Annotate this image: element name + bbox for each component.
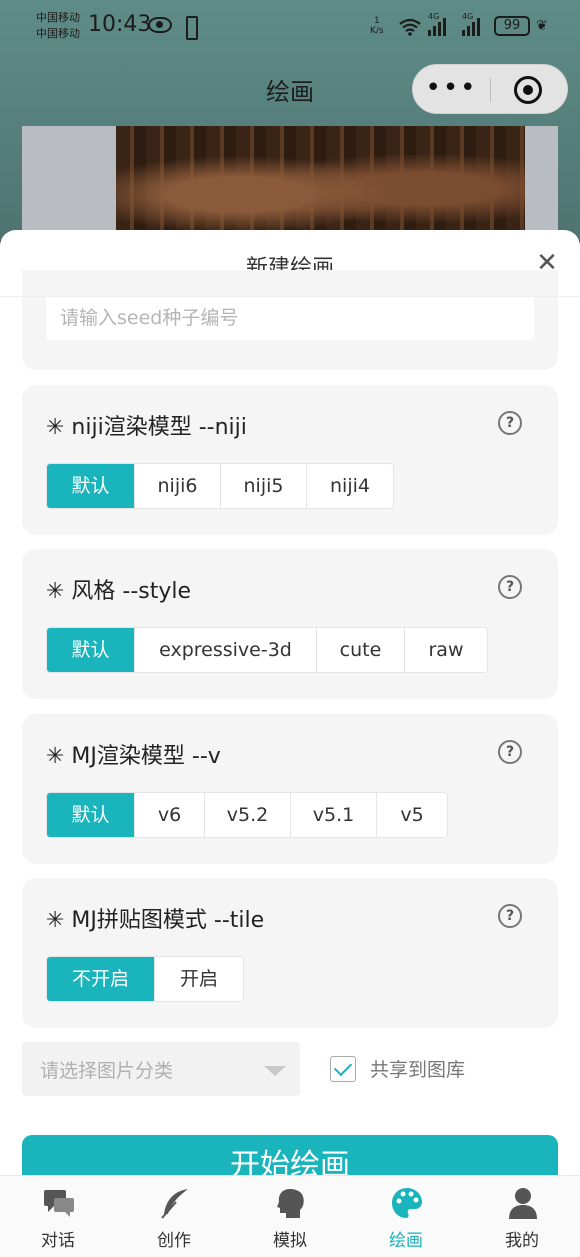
segment-option[interactable]: v6 xyxy=(135,793,205,837)
segment-option[interactable]: 默认 xyxy=(47,464,135,508)
signal-icon-2: 4G xyxy=(462,12,480,36)
tab-label: 绘画 xyxy=(389,1231,423,1251)
share-checkbox[interactable] xyxy=(330,1056,356,1082)
network-type-1: 4G xyxy=(428,12,440,21)
segment-option[interactable]: 默认 xyxy=(47,628,135,672)
net-speed: 1 K/s xyxy=(370,16,384,36)
seed-input[interactable] xyxy=(46,296,534,340)
eye-icon xyxy=(148,17,172,33)
clock: 10:43 xyxy=(88,12,152,37)
tab-chat[interactable]: 对话 xyxy=(0,1176,116,1257)
segment-option[interactable]: 开启 xyxy=(155,957,243,1001)
tab-label: 对话 xyxy=(41,1231,75,1251)
tab-bar: 对话 创作 模拟 绘画 我的 xyxy=(0,1175,580,1257)
status-bar: 中国移动 中国移动 10:43 1 K/s 4G 4G 99 ❦ xyxy=(0,0,580,56)
segment-option[interactable]: expressive-3d xyxy=(135,628,317,672)
seed-card xyxy=(22,270,558,370)
feather-icon xyxy=(158,1186,192,1220)
tab-label: 我的 xyxy=(505,1231,539,1251)
header-divider xyxy=(0,296,580,297)
option-title: ✳ 风格 --style xyxy=(46,579,192,604)
segment-option[interactable]: raw xyxy=(405,628,487,672)
tab-label: 创作 xyxy=(157,1231,191,1251)
segment-option[interactable]: 不开启 xyxy=(47,957,155,1001)
banner-image[interactable] xyxy=(116,126,525,240)
category-select[interactable]: 请选择图片分类 xyxy=(22,1042,300,1096)
signal-icon-1: 4G xyxy=(428,12,446,36)
option-title: ✳ MJ渲染模型 --v xyxy=(46,744,221,769)
user-icon xyxy=(506,1186,540,1220)
wifi-icon xyxy=(398,18,422,41)
option-card-version: ✳ MJ渲染模型 --v ? 默认 v6 v5.2 v5.1 v5 xyxy=(22,714,558,864)
tile-segmented-control: 不开启 开启 xyxy=(46,956,244,1002)
segment-option[interactable]: v5 xyxy=(377,793,447,837)
option-title: ✳ MJ拼贴图模式 --tile xyxy=(46,908,265,933)
head-icon xyxy=(274,1186,308,1220)
help-icon[interactable]: ? xyxy=(498,411,522,435)
segment-option[interactable]: niji6 xyxy=(135,464,221,508)
network-type-2: 4G xyxy=(462,12,474,21)
segment-option[interactable]: niji4 xyxy=(307,464,393,508)
carrier-2: 中国移动 xyxy=(36,27,80,40)
net-speed-value: 1 xyxy=(373,16,380,26)
vibrate-icon xyxy=(182,16,198,40)
option-title: ✳ niji渲染模型 --niji xyxy=(46,415,247,440)
more-menu-button[interactable]: ••• xyxy=(413,65,490,115)
tab-simulate[interactable]: 模拟 xyxy=(232,1176,348,1257)
tab-label: 模拟 xyxy=(273,1231,307,1251)
tab-mine[interactable]: 我的 xyxy=(464,1176,580,1257)
option-card-style: ✳ 风格 --style ? 默认 expressive-3d cute raw xyxy=(22,549,558,699)
help-icon[interactable]: ? xyxy=(498,904,522,928)
chat-icon xyxy=(42,1186,76,1220)
carrier-1: 中国移动 xyxy=(36,11,80,24)
tab-create[interactable]: 创作 xyxy=(116,1176,232,1257)
help-icon[interactable]: ? xyxy=(498,575,522,599)
battery-icon: 99 xyxy=(494,16,530,36)
share-label[interactable]: 共享到图库 xyxy=(370,1055,465,1082)
tab-draw[interactable]: 绘画 xyxy=(348,1176,464,1257)
mini-program-capsule: ••• xyxy=(412,64,568,114)
carrier-info: 中国移动 中国移动 xyxy=(36,10,80,42)
version-segmented-control: 默认 v6 v5.2 v5.1 v5 xyxy=(46,792,448,838)
help-icon[interactable]: ? xyxy=(498,740,522,764)
niji-segmented-control: 默认 niji6 niji5 niji4 xyxy=(46,463,394,509)
category-placeholder: 请选择图片分类 xyxy=(40,1060,174,1082)
option-card-niji: ✳ niji渲染模型 --niji ? 默认 niji6 niji5 niji4 xyxy=(22,385,558,535)
segment-option[interactable]: v5.2 xyxy=(205,793,291,837)
segment-option[interactable]: 默认 xyxy=(47,793,135,837)
style-segmented-control: 默认 expressive-3d cute raw xyxy=(46,627,488,673)
chevron-down-icon xyxy=(264,1066,286,1076)
leaf-icon: ❦ xyxy=(536,18,548,34)
new-drawing-sheet: 新建绘画 ✕ ✳ niji渲染模型 --niji ? 默认 niji6 niji… xyxy=(0,230,580,1257)
option-card-tile: ✳ MJ拼贴图模式 --tile ? 不开启 开启 xyxy=(22,878,558,1028)
net-speed-unit: K/s xyxy=(370,26,384,36)
capsule-divider xyxy=(490,78,491,102)
segment-option[interactable]: niji5 xyxy=(221,464,307,508)
segment-option[interactable]: v5.1 xyxy=(291,793,377,837)
palette-icon xyxy=(390,1186,424,1220)
close-mini-program-icon[interactable] xyxy=(514,76,542,104)
segment-option[interactable]: cute xyxy=(317,628,405,672)
